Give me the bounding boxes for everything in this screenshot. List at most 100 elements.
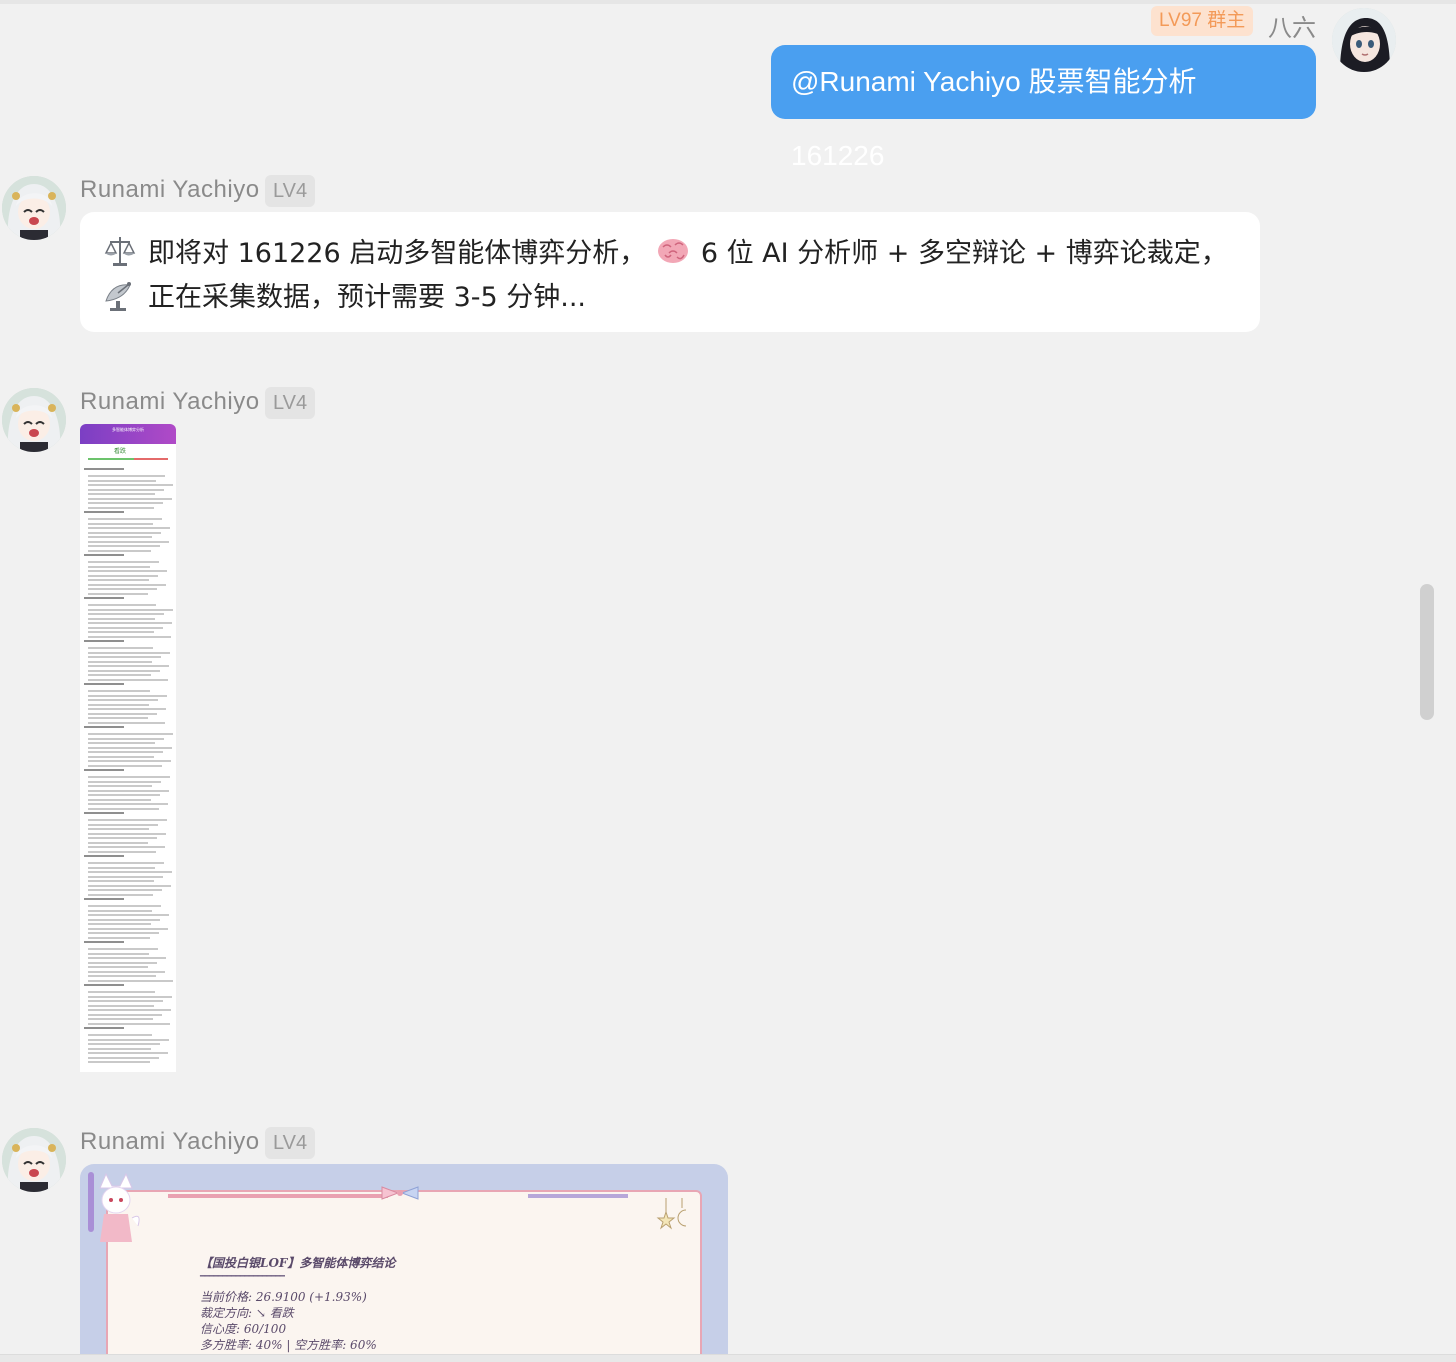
- bot-level-badge: LV4: [265, 387, 316, 419]
- report-text-line: [88, 884, 171, 887]
- chat-scrollbar[interactable]: [1420, 584, 1434, 720]
- report-text-line: [88, 979, 173, 982]
- report-text-line: [88, 536, 152, 538]
- report-text-line: [88, 561, 159, 563]
- report-text-line: [88, 1047, 151, 1050]
- bot-message-bubble[interactable]: 即将对 161226 启动多智能体博弈分析， 6 位 AI 分析师 + 多空辩论…: [80, 212, 1260, 332]
- report-text-line: [88, 961, 157, 964]
- report-text-line: [88, 785, 152, 787]
- report-text-line: [88, 866, 155, 869]
- report-text-line: [88, 841, 148, 844]
- report-text-line: [88, 957, 166, 959]
- report-text-line: [88, 828, 149, 830]
- report-text-line: [88, 1056, 159, 1059]
- self-name[interactable]: 八六: [1268, 8, 1316, 43]
- report-text-line: [88, 665, 169, 667]
- report-text-line: [88, 875, 163, 878]
- report-text-line: [88, 488, 164, 491]
- report-text-line: [88, 545, 160, 547]
- report-text-line: [88, 1034, 152, 1036]
- report-text-line: [88, 1022, 170, 1025]
- report-text-line: [84, 511, 124, 513]
- report-text-line: [88, 549, 151, 552]
- report-text-line: [88, 742, 155, 744]
- report-text-line: [88, 1013, 162, 1016]
- report-text-line: [88, 622, 172, 624]
- top-divider: [0, 0, 1456, 4]
- report-text-line: [88, 905, 161, 907]
- report-text-line: [88, 1061, 150, 1063]
- report-text-line: [84, 640, 124, 642]
- bot-avatar[interactable]: [2, 1128, 66, 1192]
- report-text-line: [88, 479, 156, 482]
- report-text-line: [88, 975, 156, 977]
- report-text-line: [88, 846, 165, 848]
- bot-avatar[interactable]: [2, 176, 66, 240]
- report-text-line: [88, 914, 169, 916]
- report-text-line: [84, 468, 124, 470]
- report-text-line: [88, 880, 154, 882]
- avatar-girl-white-hair-icon: [2, 1128, 66, 1192]
- conclusion-card-image[interactable]: 【国投白银LOF】多智能体博弈结论 ━━━━━━━━━━━━━━━━━━━ 当前…: [80, 1164, 728, 1354]
- self-message-bubble[interactable]: @Runami Yachiyo 股票智能分析 161226: [771, 45, 1316, 171]
- report-text-line: [88, 660, 152, 663]
- bottom-divider: [0, 1354, 1456, 1362]
- report-text-line: [88, 635, 171, 638]
- report-text-line: [88, 669, 160, 672]
- report-text-line: [84, 984, 124, 986]
- report-text-line: [84, 898, 124, 900]
- report-text-line: [88, 1009, 171, 1011]
- bot-avatar[interactable]: [2, 388, 66, 452]
- report-text-line: [84, 726, 124, 728]
- report-text-line: [88, 678, 168, 681]
- report-text-line: [88, 493, 155, 495]
- card-confidence: 信心度: 60/100: [200, 1322, 287, 1336]
- analysis-report-image[interactable]: 多智能体博弈分析 看跌: [80, 424, 176, 1072]
- report-text-line: [84, 855, 124, 857]
- report-text-line: [88, 527, 170, 529]
- report-text-line: [88, 540, 169, 543]
- report-text-line: [88, 1000, 163, 1002]
- report-verdict: 看跌: [114, 448, 127, 455]
- report-text-line: [88, 837, 157, 839]
- report-text-line: [84, 812, 124, 814]
- report-text-line: [88, 760, 171, 762]
- self-avatar[interactable]: [1332, 8, 1396, 72]
- bot-name[interactable]: Runami Yachiyo: [80, 1128, 260, 1156]
- report-text-line: [88, 1038, 169, 1041]
- report-text-line: [88, 1004, 154, 1007]
- report-text-line: [88, 588, 157, 590]
- bot-name[interactable]: Runami Yachiyo: [80, 388, 260, 416]
- report-text-line: [88, 631, 154, 633]
- report-text-line: [88, 497, 172, 500]
- card-title: 【国投白银LOF】多智能体博弈结论: [200, 1256, 396, 1270]
- report-text-line: [88, 690, 150, 692]
- report-text-line: [88, 531, 161, 534]
- report-text-line: [88, 789, 169, 792]
- bot-level-badge: LV4: [265, 1127, 316, 1159]
- report-text-line: [88, 703, 149, 706]
- report-text-line: [88, 918, 160, 921]
- report-text-line: [88, 832, 166, 835]
- report-text-line: [88, 803, 168, 805]
- report-text-line: [88, 1043, 160, 1045]
- card-winrate: 多方胜率: 40% | 空方胜率: 60%: [200, 1338, 377, 1352]
- owner-level-badge: LV97 群主: [1151, 6, 1254, 36]
- avatar-girl-white-hair-icon: [2, 176, 66, 240]
- report-text-line: [84, 554, 124, 556]
- report-text-line: [88, 604, 156, 606]
- report-text-line: [88, 1018, 153, 1020]
- bot-name[interactable]: Runami Yachiyo: [80, 176, 260, 204]
- report-text-line: [88, 613, 164, 615]
- anime-girl-sticker-icon: [88, 1172, 140, 1242]
- report-text-line: [88, 522, 153, 525]
- report-text-line: [88, 694, 167, 697]
- star-moon-charm-icon: [656, 1198, 687, 1230]
- report-text-line: [88, 995, 172, 998]
- report-text-line: [88, 699, 158, 701]
- report-text-line: [88, 574, 158, 577]
- balance-scale-icon: [104, 237, 136, 266]
- report-text-line: [84, 941, 124, 943]
- bot-message-line2: 正在采集数据，预计需要 3-5 分钟...: [148, 282, 587, 313]
- report-text-line: [88, 1052, 168, 1054]
